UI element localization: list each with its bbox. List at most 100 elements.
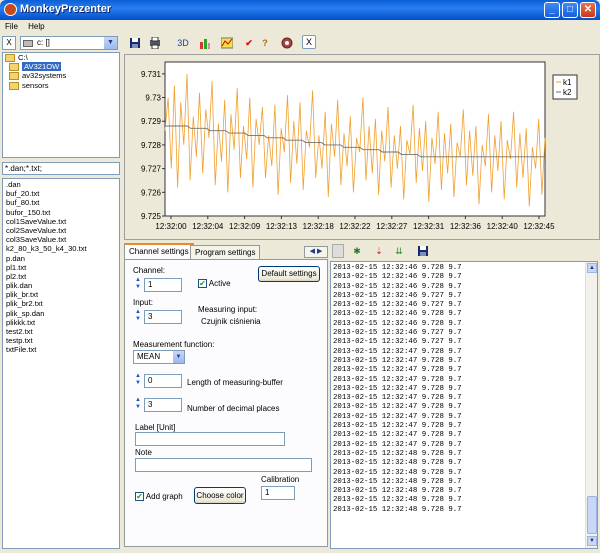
settings-icon[interactable]: [280, 36, 294, 50]
log-line: 2013-02-15 12:32:47 9.728 9.7: [333, 366, 462, 375]
add-graph-checkbox[interactable]: ✔ Add graph: [135, 492, 183, 502]
chevron-down-icon[interactable]: ▼: [104, 37, 117, 49]
line-chart[interactable]: 9.7319.739.7299.7289.7279.7269.72512:32:…: [125, 55, 599, 239]
buffer-spinner[interactable]: ▲ ▼: [133, 373, 143, 389]
tab-channel-settings[interactable]: Channel settings: [124, 243, 194, 259]
file-list-item[interactable]: col3SaveValue.txt: [3, 235, 119, 244]
function-label: Measurement function:: [133, 340, 215, 349]
file-list-item[interactable]: txtFile.txt: [3, 345, 119, 354]
tab-program-settings[interactable]: Program settings: [190, 245, 261, 259]
scroll-up-arrow[interactable]: ▲: [587, 263, 597, 273]
channel-input[interactable]: 1: [144, 278, 182, 292]
folder-item[interactable]: sensors: [3, 81, 119, 90]
legend-label: k1: [563, 78, 572, 87]
active-checkbox[interactable]: ✔ Active: [198, 279, 231, 289]
menu-help[interactable]: Help: [28, 20, 44, 33]
file-list[interactable]: .dan buf_20.txt buf_80.txt bufor_150.txt col…: [2, 178, 120, 549]
filter-input[interactable]: *.dan;*.txt;: [2, 162, 120, 175]
bug-icon[interactable]: ✱: [350, 244, 364, 258]
folder-icon: [9, 81, 19, 90]
scroll-down-arrow[interactable]: ▼: [587, 536, 597, 546]
log-line: 2013-02-15 12:32:46 9.727 9.7: [333, 329, 462, 338]
buffer-input[interactable]: 0: [144, 374, 182, 388]
menu-file[interactable]: File: [5, 20, 18, 33]
file-list-item[interactable]: test2.txt: [3, 327, 119, 336]
file-list-item[interactable]: buf_80.txt: [3, 198, 119, 207]
file-list-item[interactable]: k2_80_k3_50_k4_30.txt: [3, 244, 119, 253]
file-list-item[interactable]: plikkk.txt: [3, 318, 119, 327]
x-tick-label: 12:32:22: [339, 222, 371, 231]
print-icon[interactable]: [148, 36, 162, 50]
minimize-button[interactable]: _: [544, 2, 560, 18]
input-spinner[interactable]: ▲ ▼: [133, 309, 143, 325]
file-list-item[interactable]: col2SaveValue.txt: [3, 226, 119, 235]
drive-icon: [23, 40, 33, 47]
scale-icon[interactable]: [220, 36, 234, 50]
file-list-item[interactable]: plik_sp.dan: [3, 309, 119, 318]
tab-scroll-arrows[interactable]: ◀ ▶: [304, 246, 328, 258]
3d-button[interactable]: 3D: [174, 36, 192, 50]
chevron-down-icon[interactable]: ▼: [173, 351, 184, 363]
note-input[interactable]: [135, 458, 312, 472]
file-list-item[interactable]: .dan: [3, 180, 119, 189]
drive-select[interactable]: c: [] ▼: [20, 36, 118, 50]
bar-chart-icon[interactable]: [198, 36, 212, 50]
x-tick-label: 12:32:09: [229, 222, 261, 231]
log-textarea[interactable]: 2013-02-15 12:32:46 9.728 9.7 2013-02-15 …: [330, 261, 598, 549]
toolbar-close-button[interactable]: X: [302, 35, 316, 49]
arrow-down-icon[interactable]: ⇣: [372, 244, 386, 258]
calibration-input[interactable]: 1: [261, 486, 295, 500]
file-list-item[interactable]: testp.txt: [3, 336, 119, 345]
file-list-item[interactable]: col1SaveValue.txt: [3, 217, 119, 226]
title-bar: MonkeyPrezenter _ □ ✕: [0, 0, 600, 20]
folder-tree[interactable]: C:\ AV321OW av32systems sensors: [2, 52, 120, 158]
channel-spinner[interactable]: ▲ ▼: [133, 277, 143, 293]
log-line: 2013-02-15 12:32:48 9.728 9.7: [333, 487, 462, 496]
folder-item[interactable]: av32systems: [3, 71, 119, 81]
window-title: MonkeyPrezenter: [20, 3, 112, 15]
double-arrow-down-icon[interactable]: ⇊: [392, 244, 406, 258]
scroll-thumb[interactable]: [587, 496, 597, 534]
decimals-spinner[interactable]: ▲ ▼: [133, 397, 143, 413]
file-list-item[interactable]: plik.dan: [3, 281, 119, 290]
log-line: 2013-02-15 12:32:46 9.728 9.7: [333, 264, 462, 272]
label-unit-input[interactable]: [135, 432, 285, 446]
file-list-item[interactable]: plik_br2.txt: [3, 299, 119, 308]
save-icon[interactable]: [128, 36, 142, 50]
default-settings-button[interactable]: Default settings: [258, 266, 320, 282]
file-list-item[interactable]: pl1.txt: [3, 263, 119, 272]
x-tick-label: 12:32:45: [523, 222, 555, 231]
channel-label: Channel:: [133, 266, 166, 275]
file-list-item[interactable]: plik_br.txt: [3, 290, 119, 299]
log-scrollbar[interactable]: ▲ ▼: [585, 262, 597, 548]
plot-area: [164, 61, 546, 217]
y-tick-label: 9.726: [141, 188, 162, 197]
folder-item[interactable]: AV321OW: [3, 62, 119, 72]
log-blank-button[interactable]: [332, 244, 344, 258]
checkmark-icon[interactable]: ✔: [242, 36, 256, 50]
input-field[interactable]: 3: [144, 310, 182, 324]
y-tick-label: 9.727: [141, 165, 162, 174]
maximize-button[interactable]: □: [562, 2, 578, 18]
file-list-item[interactable]: p.dan: [3, 254, 119, 263]
file-list-item[interactable]: bufor_150.txt: [3, 208, 119, 217]
function-select[interactable]: MEAN ▼: [133, 350, 185, 364]
file-list-item[interactable]: pl2.txt: [3, 272, 119, 281]
save-log-icon[interactable]: [416, 244, 430, 258]
choose-color-button[interactable]: Choose color: [194, 487, 246, 504]
file-list-item[interactable]: buf_20.txt: [3, 189, 119, 198]
help-icon[interactable]: ?: [258, 36, 272, 50]
folder-root[interactable]: C:\: [3, 53, 119, 62]
decimals-label: Number of decimal places: [187, 404, 280, 413]
log-line: 2013-02-15 12:32:47 9.728 9.7: [333, 347, 462, 356]
legend-label: k2: [563, 88, 572, 97]
decimals-input[interactable]: 3: [144, 398, 182, 412]
log-line: 2013-02-15 12:32:47 9.728 9.7: [333, 394, 462, 403]
log-line: 2013-02-15 12:32:48 9.728 9.7: [333, 459, 462, 468]
x-tick-label: 12:32:31: [413, 222, 445, 231]
measuring-input-value: Czujnik ciśnienia: [201, 317, 261, 326]
log-line: 2013-02-15 12:32:48 9.728 9.7: [333, 468, 462, 477]
x-tick-label: 12:32:40: [487, 222, 519, 231]
drive-close-button[interactable]: X: [2, 36, 16, 50]
close-window-button[interactable]: ✕: [580, 2, 596, 18]
